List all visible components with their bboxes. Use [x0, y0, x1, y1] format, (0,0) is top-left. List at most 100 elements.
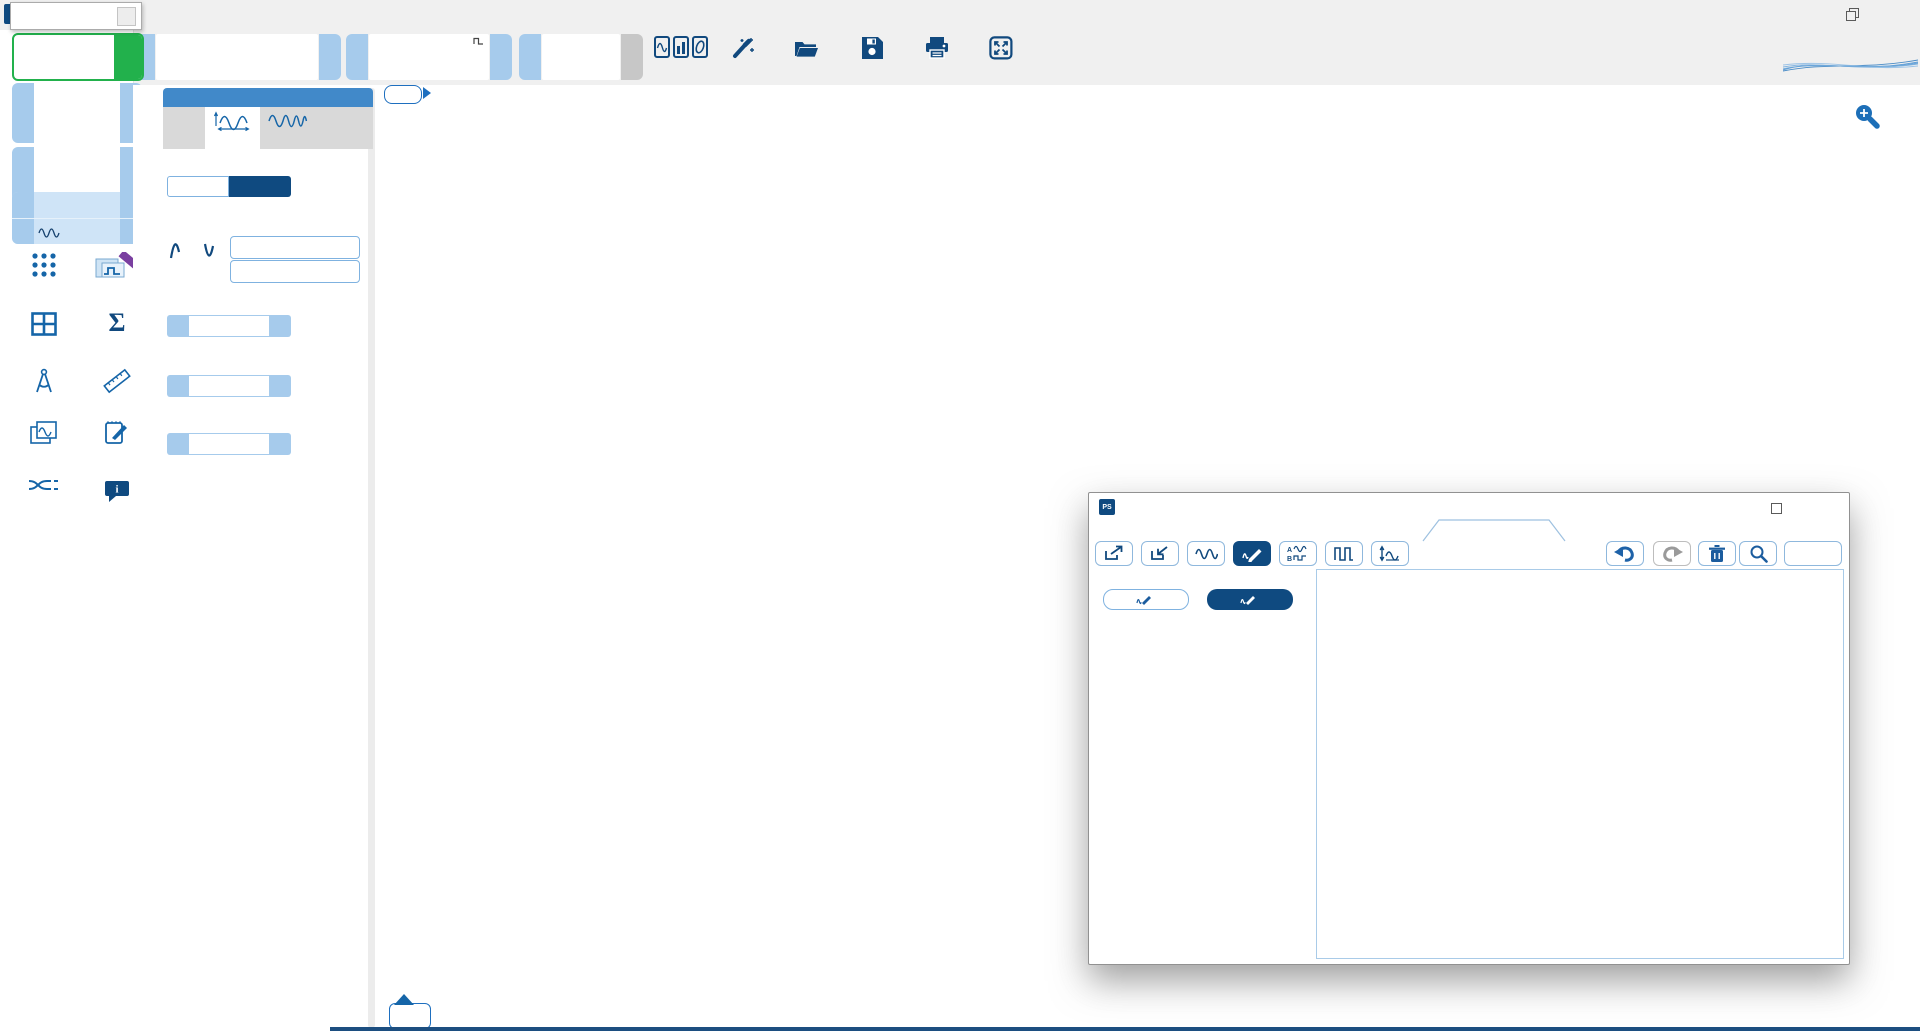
undo-button[interactable] [1606, 541, 1644, 566]
import-waveform-button[interactable] [1141, 541, 1179, 566]
y-axis-marker-arrow-icon [423, 87, 431, 99]
full-screen-button[interactable] [981, 36, 1021, 63]
running-button[interactable] [12, 33, 144, 81]
pulse-train-icon [1333, 546, 1355, 562]
maximize-icon [1771, 503, 1782, 514]
timebase-panel[interactable] [156, 34, 318, 80]
sweep-waveform-icon [267, 110, 311, 132]
frequency-value[interactable] [189, 315, 269, 337]
save-button[interactable] [849, 36, 895, 63]
output-on-button[interactable] [229, 176, 291, 197]
awg-editor-grid[interactable] [1317, 570, 1843, 958]
trigger-decrease-button[interactable] [346, 34, 368, 80]
amplitude-decrease-button[interactable] [167, 375, 189, 397]
svg-text:B: B [1287, 556, 1292, 563]
line-pencil-icon [1239, 593, 1256, 606]
zoom-overview-button[interactable] [1854, 103, 1881, 135]
more-icon [31, 252, 57, 278]
change-type-button[interactable] [230, 236, 360, 259]
gen-frequency-decrease-button[interactable] [12, 192, 34, 218]
free-draw-button[interactable] [1103, 589, 1189, 610]
normalize-tool-button[interactable] [1371, 541, 1409, 566]
trash-icon [1708, 545, 1726, 563]
sine-icon [1194, 546, 1218, 562]
gen-panel[interactable] [12, 192, 142, 244]
dialog-maximize-button[interactable] [1771, 501, 1801, 519]
timebase-increase-button[interactable] [319, 34, 341, 80]
svg-text:i: i [115, 484, 118, 496]
output-off-button[interactable] [167, 176, 229, 197]
export-waveform-button[interactable] [1095, 541, 1133, 566]
siggen-tab-strip [163, 107, 373, 149]
sine-tool-button[interactable] [1187, 541, 1225, 566]
frequency-increase-button[interactable] [269, 315, 291, 337]
waveform-panel[interactable] [542, 34, 620, 80]
print-button[interactable] [915, 36, 959, 63]
output-toggle[interactable] [167, 176, 291, 197]
waveform-previous-button[interactable] [519, 34, 541, 80]
awg-tab-shape [1421, 518, 1571, 542]
offset-increase-button[interactable] [269, 433, 291, 455]
import-icon [1149, 545, 1171, 562]
apply-button[interactable] [1784, 541, 1842, 566]
trigger-panel[interactable] [369, 34, 489, 80]
tooltip-close-icon[interactable] [117, 7, 136, 26]
tab-sweep[interactable] [260, 107, 318, 149]
flag-icon [392, 993, 418, 1006]
sidebar-item-measurements[interactable] [12, 368, 76, 397]
tooltip [10, 2, 142, 30]
waveform-next-button[interactable] [621, 34, 643, 80]
y-axis-top-marker[interactable] [384, 85, 422, 104]
left-sidebar: Σ [0, 30, 134, 1031]
basic-waveform-icon [212, 110, 254, 132]
redo-icon [1660, 545, 1684, 562]
undo-icon [1613, 545, 1637, 562]
bi-level-tool-button[interactable]: A B [1279, 541, 1317, 566]
search-icon [1749, 544, 1768, 563]
awg-dialog[interactable]: PS A B [1088, 492, 1850, 965]
trigger-increase-button[interactable] [490, 34, 512, 80]
tab-basic[interactable] [205, 107, 260, 149]
pulse-icon [473, 37, 484, 45]
x-axis-flag-marker[interactable] [389, 1003, 431, 1029]
restore-icon [1846, 8, 1860, 21]
line-draw-button[interactable] [1207, 589, 1293, 610]
instruments-icon [654, 36, 708, 60]
pulse-train-tool-button[interactable] [1325, 541, 1363, 566]
frequency-stepper [167, 315, 291, 337]
channel-a-panel[interactable] [12, 83, 142, 143]
magnifier-icon [1854, 103, 1881, 130]
frequency-decrease-button[interactable] [167, 315, 189, 337]
instruments-button[interactable] [653, 36, 709, 63]
normalize-icon [1378, 545, 1402, 562]
sidebar-item-more[interactable] [18, 252, 70, 281]
auto-setup-button[interactable] [715, 36, 771, 63]
sidebar-item-reference-waveforms[interactable] [14, 420, 74, 460]
amplitude-value[interactable] [189, 375, 269, 397]
svg-text:A: A [1287, 547, 1292, 554]
redo-button[interactable] [1653, 541, 1691, 566]
draw-tool-button[interactable] [1233, 541, 1271, 566]
offset-stepper [167, 433, 291, 455]
awg-editor-canvas[interactable] [1316, 569, 1844, 959]
arbitrary-awg-button[interactable] [230, 260, 360, 283]
pico-logo-waves [1783, 58, 1918, 74]
gen-amplitude-decrease-button[interactable] [12, 219, 34, 244]
offset-decrease-button[interactable] [167, 433, 189, 455]
amplitude-increase-button[interactable] [269, 375, 291, 397]
auto-setup-icon [730, 36, 756, 60]
ruler-icon [103, 368, 131, 394]
open-button[interactable] [781, 36, 831, 63]
zoom-tool-button[interactable] [1739, 541, 1777, 566]
sidebar-item-views[interactable] [18, 312, 70, 339]
offset-value[interactable] [189, 433, 269, 455]
signal-generator-panel [133, 85, 379, 1031]
feedback-icon: i [104, 480, 130, 504]
panel-scrollbar[interactable] [368, 88, 375, 1028]
delete-button[interactable] [1698, 541, 1736, 566]
window-restore-button[interactable] [1846, 8, 1892, 22]
amplitude-stepper [167, 375, 291, 397]
sidebar-item-serial-decoding[interactable] [12, 478, 76, 507]
bi-level-icon: A B [1286, 545, 1310, 563]
channel-a-decrease-button[interactable] [12, 83, 34, 143]
